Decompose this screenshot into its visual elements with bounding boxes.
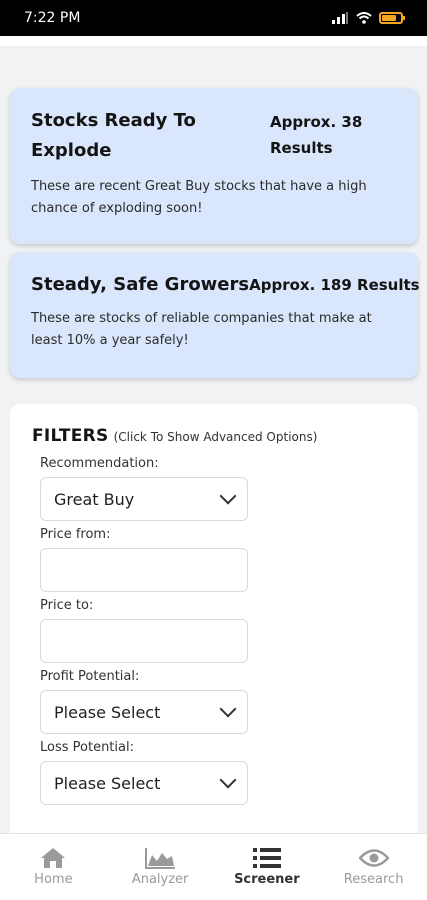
nav-analyzer[interactable]: Analyzer bbox=[110, 847, 210, 887]
status-icons bbox=[331, 12, 405, 24]
profit-potential-label: Profit Potential: bbox=[40, 669, 140, 684]
nav-screener[interactable]: Screener bbox=[217, 847, 317, 887]
card-description: These are stocks of reliable companies t… bbox=[31, 311, 372, 348]
list-icon bbox=[252, 848, 281, 868]
advanced-options-toggle[interactable]: (Click To Show Advanced Options) bbox=[114, 430, 318, 444]
nav-label: Analyzer bbox=[131, 872, 189, 887]
price-from-input[interactable] bbox=[40, 548, 248, 592]
status-bar: 7:22 PM bbox=[0, 0, 427, 36]
home-icon bbox=[41, 848, 66, 868]
header-strip bbox=[0, 36, 427, 46]
recommendation-label: Recommendation: bbox=[40, 456, 159, 471]
nav-research[interactable]: Research bbox=[324, 847, 424, 887]
filters-title: FILTERS bbox=[32, 426, 109, 446]
bottom-nav: Home Analyzer Screener Research bbox=[0, 833, 427, 900]
nav-home[interactable]: Home bbox=[3, 847, 103, 887]
price-to-input[interactable] bbox=[40, 619, 248, 663]
recommendation-select[interactable]: Great Buy bbox=[40, 477, 248, 521]
price-to-label: Price to: bbox=[40, 598, 94, 613]
profit-potential-select[interactable]: Please Select bbox=[40, 690, 248, 734]
status-time: 7:22 PM bbox=[24, 10, 81, 26]
nav-label: Research bbox=[343, 872, 404, 887]
card-title: Steady, Safe Growers bbox=[31, 274, 250, 295]
card-stocks-ready-to-explode[interactable]: Stocks Ready To Explode Approx. 38 Resul… bbox=[10, 88, 418, 244]
card-steady-safe-growers[interactable]: Steady, Safe Growers Approx. 189 Results… bbox=[10, 252, 420, 378]
loss-potential-select[interactable]: Please Select bbox=[40, 761, 248, 805]
chevron-down-icon bbox=[219, 487, 237, 505]
screen-content[interactable]: Stocks Ready To Explode Approx. 38 Resul… bbox=[0, 36, 427, 833]
chevron-down-icon bbox=[219, 771, 237, 789]
card-title: Stocks Ready To Explode bbox=[31, 110, 196, 161]
price-from-label: Price from: bbox=[40, 527, 111, 542]
wifi-icon bbox=[356, 12, 372, 24]
card-results: Approx. 189 Results bbox=[249, 276, 420, 294]
recommendation-value: Great Buy bbox=[54, 489, 135, 509]
battery-icon bbox=[379, 12, 405, 24]
eye-icon bbox=[358, 849, 389, 867]
nav-label: Home bbox=[34, 872, 73, 887]
loss-potential-label: Loss Potential: bbox=[40, 740, 134, 755]
card-results: Approx. 38 Results bbox=[270, 113, 363, 157]
chevron-down-icon bbox=[219, 700, 237, 718]
nav-label: Screener bbox=[234, 872, 300, 887]
chart-icon bbox=[145, 848, 176, 869]
profit-potential-value: Please Select bbox=[54, 702, 161, 722]
loss-potential-value: Please Select bbox=[54, 773, 161, 793]
signal-icon bbox=[332, 12, 348, 24]
card-description: These are recent Great Buy stocks that h… bbox=[31, 179, 367, 216]
filters-panel: FILTERS (Click To Show Advanced Options)… bbox=[10, 404, 418, 833]
filters-header[interactable]: FILTERS (Click To Show Advanced Options) bbox=[32, 426, 396, 446]
